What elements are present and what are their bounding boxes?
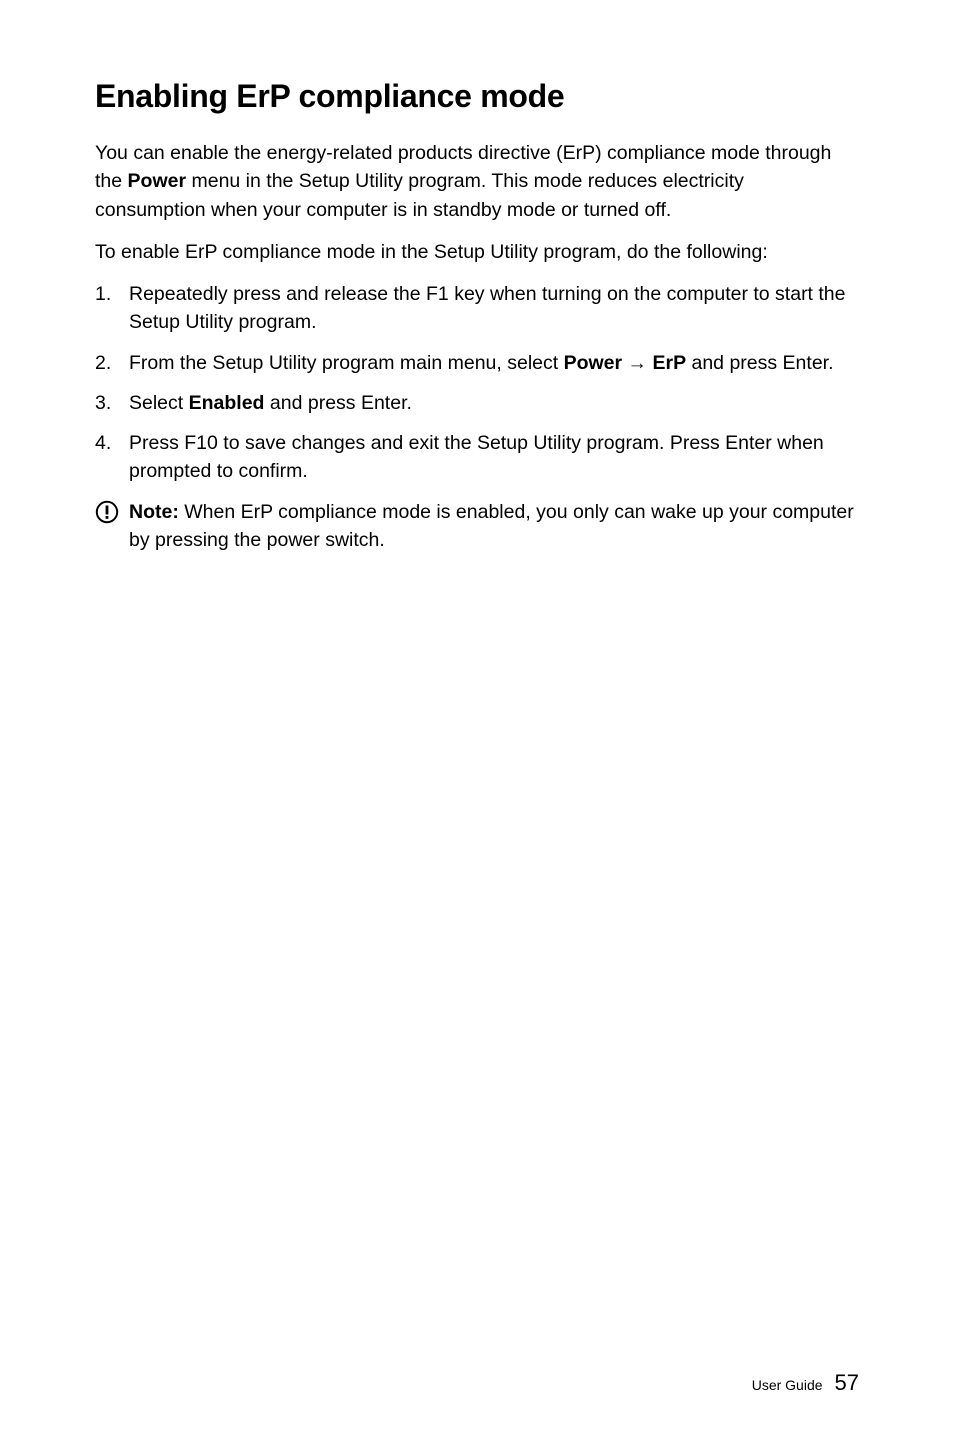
text-span: From the Setup Utility program main menu… — [129, 352, 564, 374]
note-text: When ErP compliance mode is enabled, you… — [129, 501, 854, 551]
step-3: 3. Select Enabled and press Enter. — [95, 389, 859, 417]
arrow-text: → — [622, 352, 652, 374]
text-span: menu in the Setup Utility program. This … — [95, 170, 744, 220]
bold-text: Enabled — [189, 392, 265, 414]
steps-list: 1. Repeatedly press and release the F1 k… — [95, 280, 859, 486]
text-span: and press Enter. — [264, 392, 411, 414]
page-footer: User Guide 57 — [752, 1370, 859, 1396]
step-2: 2. From the Setup Utility program main m… — [95, 349, 859, 377]
bold-text: Power — [128, 170, 187, 192]
step-1: 1. Repeatedly press and release the F1 k… — [95, 280, 859, 337]
list-marker: 3. — [95, 389, 129, 417]
list-content: Press F10 to save changes and exit the S… — [129, 429, 859, 486]
exclamation-circle-icon — [95, 498, 129, 524]
list-marker: 1. — [95, 280, 129, 337]
intro-paragraph-1: You can enable the energy-related produc… — [95, 139, 859, 224]
footer-label: User Guide — [752, 1377, 823, 1393]
step-4: 4. Press F10 to save changes and exit th… — [95, 429, 859, 486]
note-content: Note: When ErP compliance mode is enable… — [129, 498, 859, 555]
list-marker: 4. — [95, 429, 129, 486]
page-content: Enabling ErP compliance mode You can ena… — [0, 0, 954, 554]
page-heading: Enabling ErP compliance mode — [95, 78, 859, 115]
list-content: Select Enabled and press Enter. — [129, 389, 859, 417]
bold-text: ErP — [652, 352, 686, 374]
note-label: Note: — [129, 501, 179, 523]
intro-paragraph-2: To enable ErP compliance mode in the Set… — [95, 238, 859, 266]
text-span: and press Enter. — [686, 352, 833, 374]
list-content: From the Setup Utility program main menu… — [129, 349, 859, 377]
text-span: Select — [129, 392, 189, 414]
list-marker: 2. — [95, 349, 129, 377]
list-content: Repeatedly press and release the F1 key … — [129, 280, 859, 337]
bold-text: Power — [564, 352, 623, 374]
page-number: 57 — [835, 1370, 859, 1396]
note-block: Note: When ErP compliance mode is enable… — [95, 498, 859, 555]
